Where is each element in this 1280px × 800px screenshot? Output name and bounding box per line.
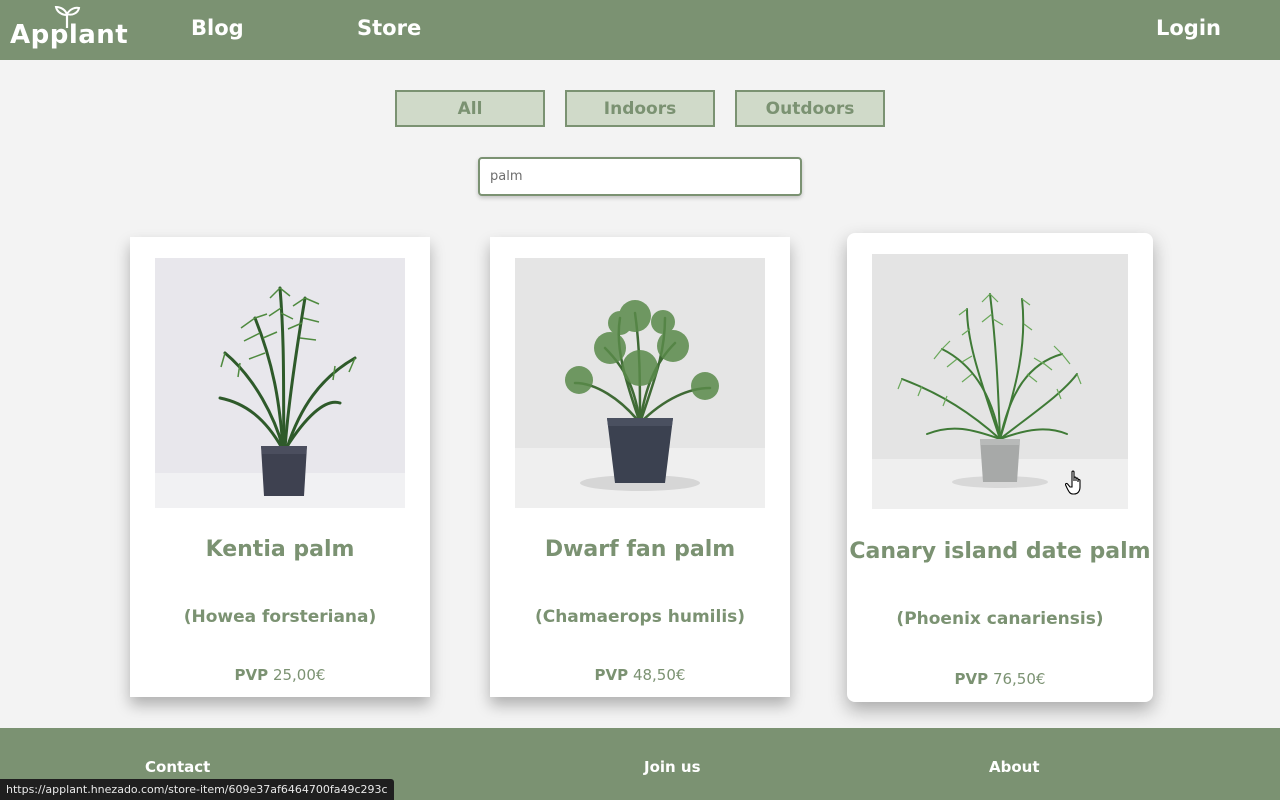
footer-contact-link[interactable]: Contact [145,758,210,776]
product-image [515,258,765,508]
product-scientific-name: (Howea forsteriana) [183,607,377,627]
price-value: 25,00€ [272,666,326,684]
filter-indoors-button[interactable]: Indoors [565,90,715,127]
product-image [155,258,405,508]
footer-join-us-link[interactable]: Join us [644,758,701,776]
product-name: Dwarf fan palm [544,537,736,562]
filter-all-button[interactable]: All [395,90,545,127]
hand-cursor-icon [1065,470,1081,495]
search-input[interactable] [478,157,802,196]
nav-store[interactable]: Store [357,16,421,40]
product-scientific-name: (Phoenix canariensis) [896,609,1104,629]
price-label: PVP [954,670,989,688]
browser-status-url: https://applant.hnezado.com/store-item/6… [0,779,394,800]
product-scientific-name: (Chamaerops humilis) [534,607,746,627]
site-header: Applant Blog Store Login [0,0,1280,60]
footer-about-link[interactable]: About [989,758,1040,776]
product-price: PVP 76,50€ [847,670,1153,688]
nav-blog[interactable]: Blog [191,16,244,40]
logo[interactable]: Applant [10,6,128,54]
product-price: PVP 48,50€ [490,666,790,684]
product-card-dwarf-fan-palm[interactable]: Dwarf fan palm (Chamaerops humilis) PVP … [490,237,790,697]
nav-login[interactable]: Login [1156,16,1221,40]
filter-outdoors-button[interactable]: Outdoors [735,90,885,127]
price-value: 48,50€ [632,666,686,684]
product-name: Canary island date palm [849,539,1151,564]
price-label: PVP [594,666,629,684]
product-card-kentia-palm[interactable]: Kentia palm (Howea forsteriana) PVP 25,0… [130,237,430,697]
product-name: Kentia palm [205,537,355,562]
product-price: PVP 25,00€ [130,666,430,684]
price-value: 76,50€ [992,670,1046,688]
logo-text: Applant [10,20,129,50]
product-card-canary-island-date-palm[interactable]: Canary island date palm (Phoenix canarie… [847,233,1153,702]
product-image [872,254,1128,509]
price-label: PVP [234,666,269,684]
